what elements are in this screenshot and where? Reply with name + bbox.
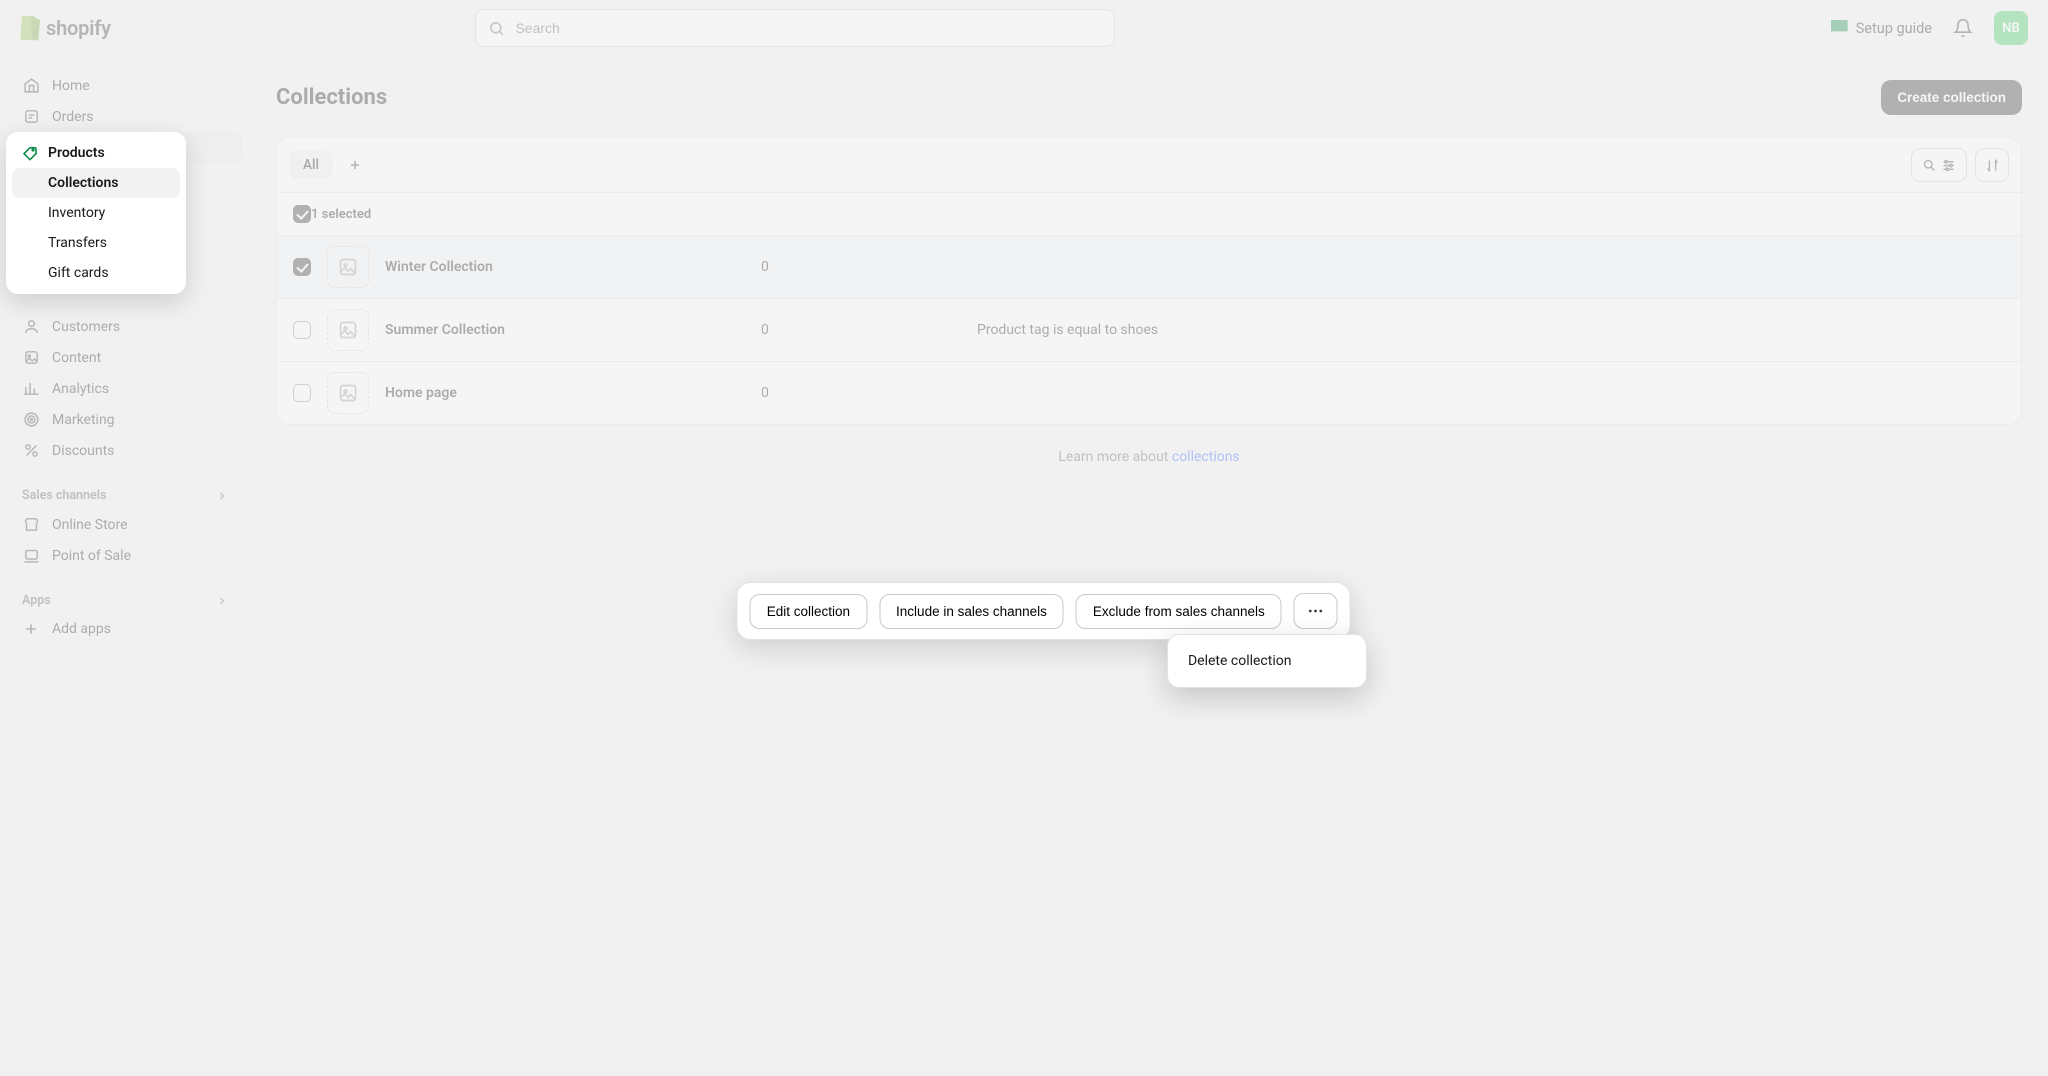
tag-icon <box>22 145 38 161</box>
submenu-item-label: Transfers <box>48 235 107 251</box>
more-actions-button[interactable] <box>1294 593 1338 629</box>
delete-collection-item[interactable]: Delete collection <box>1182 645 1352 677</box>
more-actions-menu: Delete collection <box>1167 634 1367 688</box>
submenu-transfers[interactable]: Transfers <box>12 228 180 258</box>
submenu-inventory[interactable]: Inventory <box>12 198 180 228</box>
bulk-action-bar: Edit collection Include in sales channel… <box>737 582 1351 640</box>
dots-horizontal-icon <box>1307 602 1325 620</box>
include-channels-label: Include in sales channels <box>896 604 1047 619</box>
exclude-channels-button[interactable]: Exclude from sales channels <box>1076 594 1282 629</box>
submenu-item-label: Collections <box>48 175 118 191</box>
edit-collection-label: Edit collection <box>767 604 850 619</box>
products-submenu: Products Collections Inventory Transfers… <box>6 132 186 294</box>
modal-overlay[interactable] <box>0 0 2048 1076</box>
exclude-channels-label: Exclude from sales channels <box>1093 604 1265 619</box>
submenu-parent-label: Products <box>48 145 105 161</box>
submenu-gift-cards[interactable]: Gift cards <box>12 258 180 288</box>
delete-collection-label: Delete collection <box>1188 653 1292 669</box>
edit-collection-button[interactable]: Edit collection <box>750 594 867 629</box>
submenu-item-label: Gift cards <box>48 265 109 281</box>
include-channels-button[interactable]: Include in sales channels <box>879 594 1064 629</box>
submenu-item-label: Inventory <box>48 205 105 221</box>
submenu-collections[interactable]: Collections <box>12 168 180 198</box>
submenu-parent[interactable]: Products <box>12 138 180 168</box>
